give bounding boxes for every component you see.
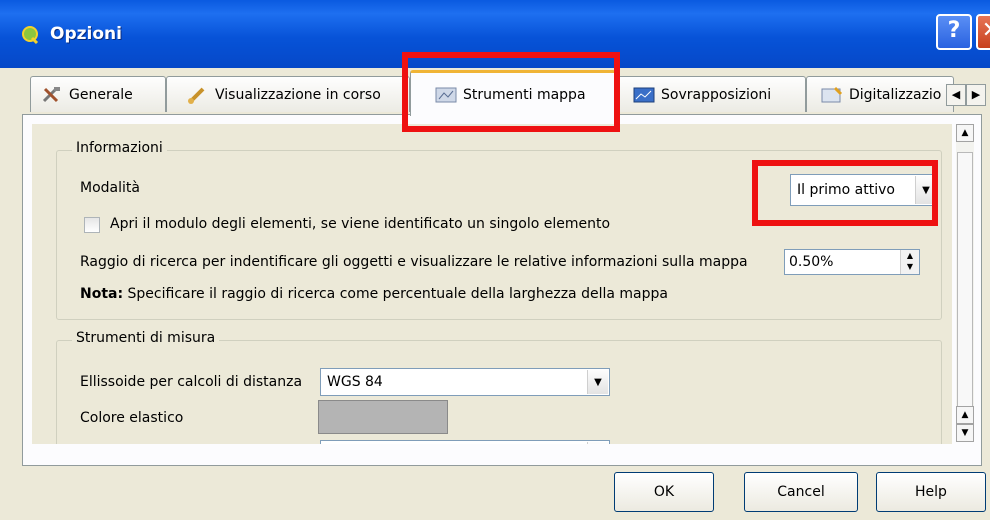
tab-label: Sovrapposizioni: [661, 86, 772, 103]
tab-digitalizzazione[interactable]: Digitalizzazio: [806, 76, 954, 112]
note-bold: Nota:: [80, 286, 124, 302]
tab-label: Generale: [69, 86, 133, 103]
vertical-scrollbar[interactable]: ▲ ▲ ▼: [956, 124, 974, 442]
help-button[interactable]: Help: [876, 472, 986, 512]
settings-content: Informazioni Modalità Il primo attivo ▼ …: [32, 124, 952, 444]
search-radius-spinbox[interactable]: 0.50% ▲ ▼: [784, 249, 920, 275]
qgis-logo-icon: [22, 26, 39, 45]
digitize-icon: [821, 86, 843, 102]
tab-generale[interactable]: Generale: [30, 76, 166, 112]
close-button[interactable]: ✕: [976, 14, 990, 50]
tab-label: Visualizzazione in corso: [215, 86, 381, 103]
overlay-icon: [633, 87, 655, 102]
window-title: Opzioni: [50, 24, 122, 44]
chevron-down-icon: ▲: [587, 442, 608, 444]
mode-label: Modalità: [80, 180, 140, 196]
ok-button[interactable]: OK: [614, 472, 714, 512]
map-tools-icon: [435, 87, 457, 102]
scroll-up-button[interactable]: ▲: [956, 124, 974, 142]
cancel-button[interactable]: Cancel: [744, 472, 858, 512]
tab-scroll-right-button[interactable]: ▶: [966, 84, 986, 106]
open-form-checkbox[interactable]: [84, 217, 100, 233]
tab-scroll-left-button[interactable]: ◀: [946, 84, 966, 106]
scroll-up-button-lower[interactable]: ▲: [956, 406, 974, 424]
scroll-down-button[interactable]: ▼: [956, 424, 974, 442]
title-bar: Opzioni ? ✕: [0, 0, 990, 68]
tab-visualizzazione[interactable]: Visualizzazione in corso: [166, 76, 410, 112]
ellipsoid-label: Ellissoide per calcoli di distanza: [80, 374, 303, 390]
scroll-thumb[interactable]: [957, 152, 973, 412]
ellipsoid-select-value: WGS 84: [327, 374, 383, 390]
tab-label: Digitalizzazio: [849, 86, 942, 103]
note-body: Specificare il raggio di ricerca come pe…: [123, 286, 668, 302]
tab-label: Strumenti mappa: [463, 86, 586, 103]
note-text: Nota: Specificare il raggio di ricerca c…: [80, 286, 668, 302]
chevron-down-icon: ▼: [915, 176, 936, 204]
help-title-button[interactable]: ?: [936, 14, 972, 50]
brush-icon: [188, 87, 205, 104]
partial-select[interactable]: ▲: [320, 440, 610, 444]
tab-strumenti-mappa[interactable]: Strumenti mappa: [410, 70, 616, 116]
group-title-informazioni: Informazioni: [72, 140, 167, 156]
search-radius-value: 0.50%: [789, 254, 834, 270]
mode-select-value: Il primo attivo: [797, 182, 895, 198]
tab-sovrapposizioni[interactable]: Sovrapposizioni: [616, 76, 806, 112]
mode-select[interactable]: Il primo attivo ▼: [790, 174, 938, 206]
spin-arrows-icon[interactable]: ▲ ▼: [900, 250, 919, 274]
search-radius-label: Raggio di ricerca per indentificare gli …: [80, 254, 748, 270]
chevron-down-icon: ▼: [587, 370, 608, 394]
ellipsoid-select[interactable]: WGS 84 ▼: [320, 368, 610, 396]
rubber-color-label: Colore elastico: [80, 410, 184, 426]
open-form-label: Apri il modulo degli elementi, se viene …: [110, 216, 611, 232]
tools-icon: [42, 86, 60, 102]
rubber-color-button[interactable]: [318, 400, 448, 434]
group-title-misura: Strumenti di misura: [72, 330, 220, 346]
